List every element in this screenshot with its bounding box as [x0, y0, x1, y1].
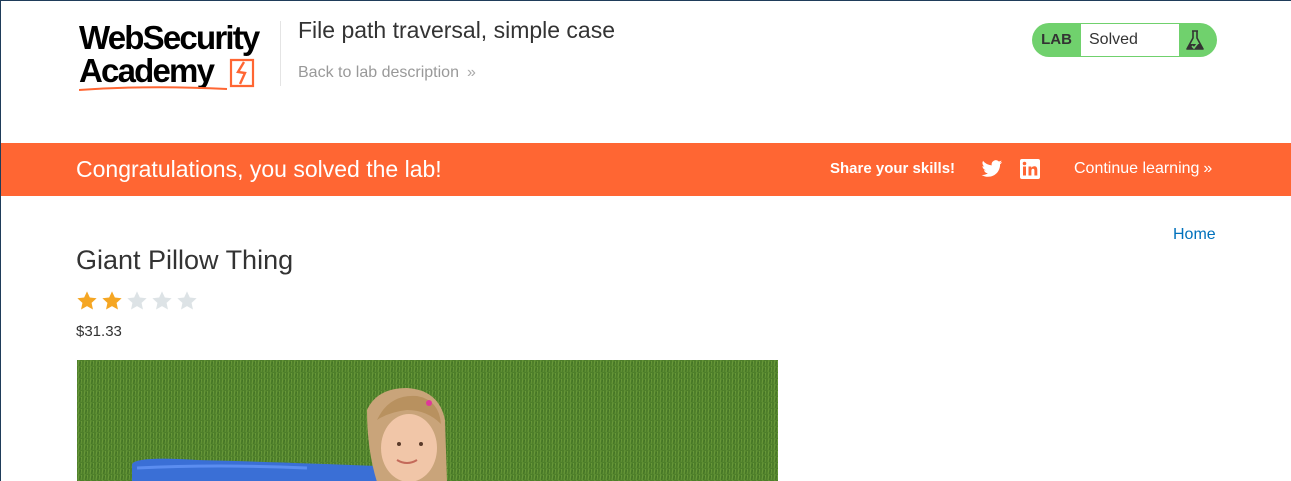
star-filled-icon [102, 291, 122, 310]
linkedin-icon[interactable] [1020, 159, 1040, 179]
lab-status-widget: LAB Solved [1032, 23, 1217, 57]
double-chevron-right-icon: » [466, 64, 476, 81]
congratulations-message: Congratulations, you solved the lab! [76, 156, 442, 182]
star-empty-icon [127, 291, 147, 310]
flask-icon [1186, 30, 1204, 50]
share-skills-label: Share your skills! [830, 160, 956, 177]
star-empty-icon [152, 291, 172, 310]
product-image [77, 360, 778, 481]
home-link[interactable]: Home [1173, 226, 1216, 244]
star-filled-icon [77, 291, 97, 310]
header-divider [280, 21, 281, 86]
lab-title: File path traversal, simple case [298, 17, 616, 43]
star-empty-icon [177, 291, 197, 310]
web-security-academy-logo[interactable]: WebSecurity Academy [79, 21, 279, 96]
solved-banner: Congratulations, you solved the lab! Sha… [1, 143, 1291, 196]
continue-learning-label: Continue learning [1074, 160, 1200, 177]
product-photo [77, 360, 778, 481]
back-to-lab-description-link[interactable]: Back to lab description » [298, 64, 476, 82]
logo-line-1: WebSecurity [79, 19, 260, 56]
lightning-bolt-icon [229, 58, 255, 88]
lab-header: WebSecurity Academy File path traversal,… [1, 1, 1291, 143]
lab-tag: LAB [1041, 31, 1072, 48]
logo-underline [79, 86, 228, 91]
back-link-label: Back to lab description [298, 64, 459, 81]
logo-line-2: Academy [79, 52, 215, 89]
product-title: Giant Pillow Thing [76, 245, 294, 275]
double-chevron-right-icon: » [1203, 160, 1213, 177]
continue-learning-link[interactable]: Continue learning» [1074, 160, 1212, 178]
twitter-icon[interactable] [981, 159, 1003, 179]
product-price: $31.33 [76, 323, 122, 340]
lab-status-text: Solved [1081, 24, 1179, 56]
